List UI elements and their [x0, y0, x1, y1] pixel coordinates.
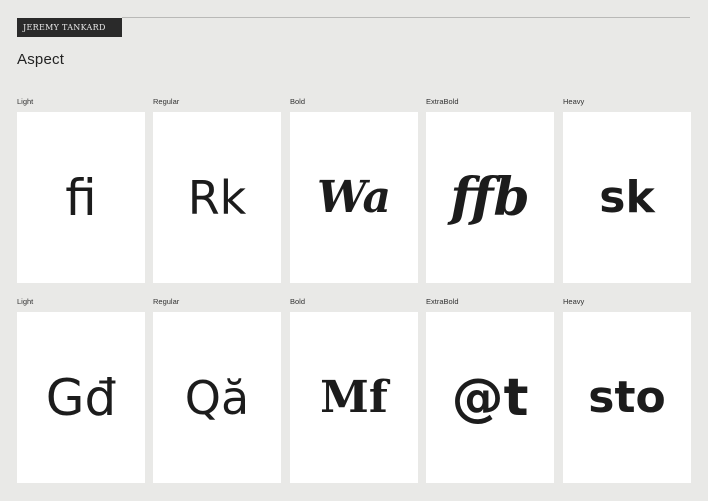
specimen-card: Rk: [153, 112, 281, 283]
specimen-card: Qă: [153, 312, 281, 483]
specimen-card: @t: [426, 312, 554, 483]
glyph-sample: Qă: [184, 370, 250, 425]
specimen-cell: Light fi: [17, 96, 145, 283]
specimen-cell: Bold Mf: [290, 296, 418, 483]
glyph-sample: ffb: [450, 166, 530, 228]
specimen-card: Gđ: [17, 312, 145, 483]
specimen-card: Mf: [290, 312, 418, 483]
weight-label: ExtraBold: [426, 297, 459, 306]
weight-label: Regular: [153, 97, 180, 106]
specimen-cell: ExtraBold @t: [426, 296, 554, 483]
specimen-cell: Light Gđ: [17, 296, 145, 483]
weight-label: Regular: [153, 297, 180, 306]
specimen-cell: ExtraBold ffb: [426, 96, 554, 283]
weight-label: Heavy: [563, 297, 585, 306]
glyph-sample: Gđ: [45, 368, 117, 427]
specimen-card: fi: [17, 112, 145, 283]
specimen-cell: Regular Rk: [153, 96, 281, 283]
weight-label: Light: [17, 97, 34, 106]
glyph-sample: Mf: [320, 371, 388, 423]
weight-label: ExtraBold: [426, 97, 459, 106]
weight-label: Light: [17, 297, 34, 306]
page-title: Aspect: [17, 51, 65, 68]
glyph-sample: sto: [588, 371, 666, 423]
specimen-card: sto: [563, 312, 691, 483]
glyph-sample: fi: [65, 168, 97, 227]
specimen-cell: Regular Qă: [153, 296, 281, 483]
specimen-cell: Bold Wa: [290, 96, 418, 283]
glyph-sample: Wa: [316, 171, 392, 223]
glyph-sample: Rk: [187, 170, 247, 225]
specimen-card: ffb: [426, 112, 554, 283]
specimen-card: Wa: [290, 112, 418, 283]
weight-label: Heavy: [563, 97, 585, 106]
glyph-sample: sk: [599, 171, 655, 223]
specimen-card: sk: [563, 112, 691, 283]
specimen-cell: Heavy sk: [563, 96, 691, 283]
header-rule: [122, 17, 690, 18]
brand-logo[interactable]: JEREMY TANKARD: [17, 18, 122, 37]
weight-label: Bold: [290, 297, 306, 306]
glyph-sample: @t: [451, 367, 529, 428]
weight-label: Bold: [290, 97, 306, 106]
specimen-cell: Heavy sto: [563, 296, 691, 483]
brand-logo-text: JEREMY TANKARD: [23, 23, 106, 32]
